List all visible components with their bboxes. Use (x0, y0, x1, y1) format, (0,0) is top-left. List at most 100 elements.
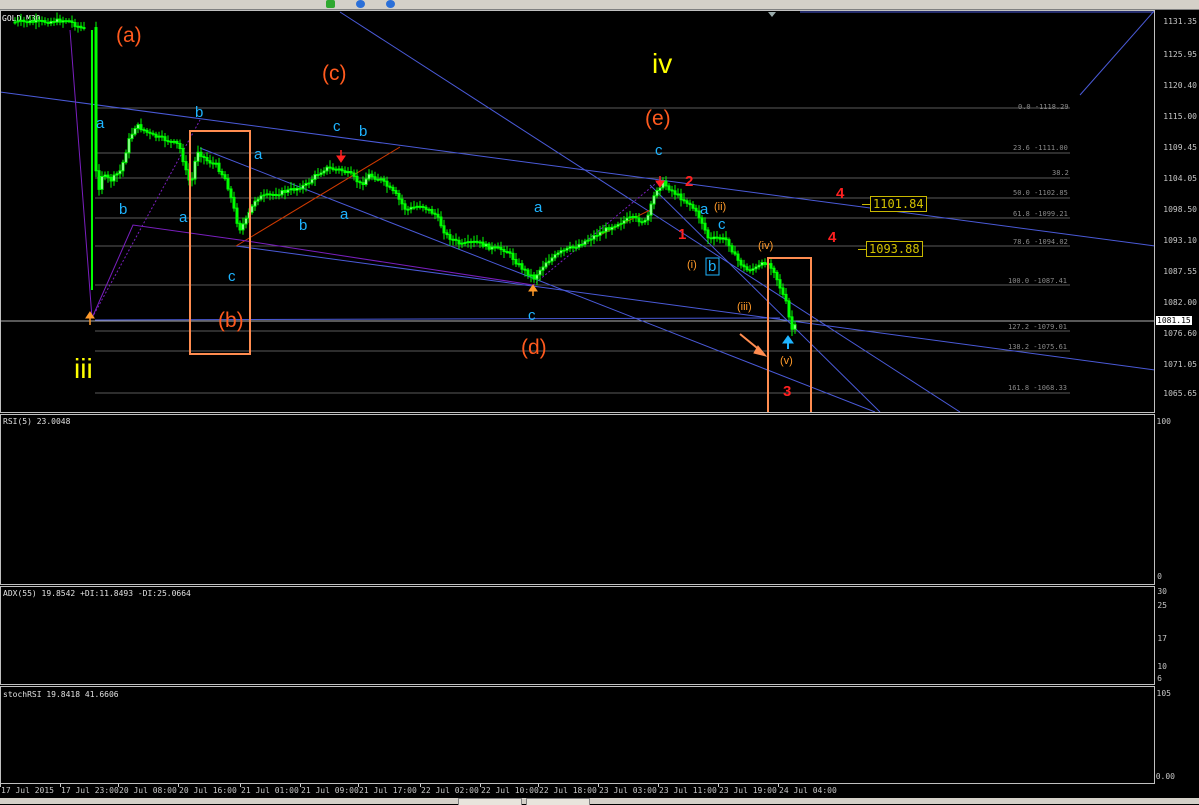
candle-body (619, 222, 623, 225)
wave-label-sub-iii: (iii) (737, 301, 752, 313)
candle-body (292, 188, 296, 191)
stochrsi-pane[interactable] (0, 686, 1155, 784)
candle-body (493, 246, 497, 249)
time-label: 21 Jul 09:00 (301, 786, 359, 795)
candle-body (106, 174, 110, 178)
candle-body (109, 176, 113, 182)
candle-body (562, 249, 566, 252)
candle-body (511, 252, 515, 260)
candle-body (472, 240, 476, 243)
candle-body (469, 241, 473, 244)
candle-body (529, 274, 533, 277)
candle-body (64, 20, 68, 23)
candle-body (589, 238, 593, 241)
candle-body (550, 257, 554, 262)
candle-body (121, 161, 125, 172)
candle-body (505, 251, 509, 254)
rsi-tick-100: 100 (1156, 417, 1171, 426)
candle-body (352, 172, 356, 177)
candle-body (784, 293, 788, 302)
candle-body (451, 238, 455, 241)
wave-label-c-3: c (528, 307, 536, 324)
candle-body (655, 189, 659, 197)
wave-label-1: 1 (678, 226, 687, 243)
candle-body (73, 22, 77, 27)
zigzag-lines (69, 29, 661, 319)
candle-body (202, 155, 206, 159)
wave-label-iii: iii (74, 353, 93, 384)
candle-body (160, 135, 164, 138)
stoch-tick-105: 105 (1156, 689, 1171, 698)
wave-label-sub-ii: (ii) (714, 201, 727, 213)
candle-body (286, 189, 290, 193)
wave-label-a-6: a (700, 201, 709, 218)
time-label: 20 Jul 08:00 (119, 786, 177, 795)
candle-body (193, 160, 197, 180)
candle-body (34, 19, 38, 23)
candle-body (658, 187, 662, 191)
adx-pane[interactable] (0, 586, 1155, 685)
rsi-pane[interactable] (0, 414, 1155, 585)
fib-label-138: 138.2 -1075.61 (1008, 343, 1068, 351)
candle-body (127, 138, 131, 154)
fib-label-38: 38.2 (1052, 169, 1069, 177)
candle-body (181, 148, 185, 163)
candle-body (205, 157, 209, 162)
candle-body (700, 217, 704, 224)
candle-body (478, 241, 482, 244)
candle-body (679, 193, 683, 201)
candle-body (622, 220, 626, 224)
wave-label-c-5: c (718, 216, 726, 233)
candle-body (631, 216, 635, 219)
candle-body (118, 170, 122, 175)
candle-body (241, 223, 245, 231)
candle-body (46, 21, 50, 24)
wave-label-a-5: a (534, 199, 543, 216)
candle-body (649, 203, 653, 216)
stochrsi-label: stochRSI 19.8418 41.6606 (3, 690, 119, 699)
candle-body (559, 250, 563, 254)
fib-label-127: 127.2 -1079.01 (1008, 323, 1068, 331)
candle-body (301, 184, 305, 190)
candle-body (445, 232, 449, 236)
candle-body (169, 140, 173, 143)
wave-label-b-4: b (359, 123, 368, 140)
candle-body (526, 269, 530, 276)
wave-label-4-a: 4 (836, 185, 845, 202)
candle-body (364, 178, 368, 185)
wave-label-2: 2 (685, 173, 694, 190)
candle-body (151, 132, 155, 135)
candle-body (457, 239, 461, 245)
candle-body (256, 198, 260, 202)
down-arrow-icon-1 (336, 150, 346, 163)
candle-body (397, 192, 401, 200)
candle-body (454, 238, 458, 241)
wave-label-c-paren: (c) (322, 62, 347, 85)
candle-body (175, 140, 179, 144)
candle-body (790, 316, 794, 330)
candle-body (427, 208, 431, 211)
candle-body (112, 174, 116, 182)
adx-label: ADX(55) 19.8542 +DI:11.8493 -DI:25.0664 (3, 589, 191, 598)
candle-body (544, 262, 548, 268)
candle-body (391, 186, 395, 192)
candle-body (721, 237, 725, 240)
candle-body (685, 200, 689, 204)
candle-body (715, 236, 719, 239)
candle-body (220, 170, 224, 176)
candle-body (394, 190, 398, 194)
candle-body (355, 175, 359, 183)
candle-body (217, 162, 221, 172)
candle-body (295, 187, 299, 191)
candle-body (334, 168, 338, 171)
time-label: 22 Jul 18:00 (539, 786, 597, 795)
candle-body (733, 251, 737, 255)
candle-body (421, 205, 425, 208)
candle-body (58, 18, 62, 23)
candle-body (283, 190, 287, 193)
candle-body (436, 213, 440, 218)
candle-body (133, 127, 137, 135)
candle-body (640, 221, 644, 224)
candle-body (499, 246, 503, 251)
candle-body (79, 25, 83, 29)
